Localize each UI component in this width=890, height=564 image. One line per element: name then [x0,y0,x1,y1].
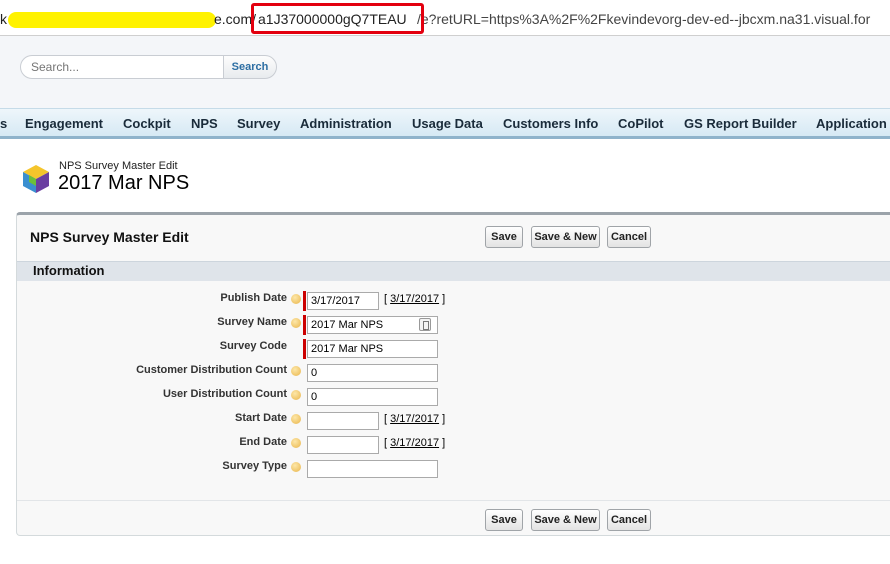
browser-url-bar[interactable]: k e.com/ a1J37000000gQ7TEAU /e?retURL=ht… [0,0,890,36]
tab-administration[interactable]: Administration [300,116,392,131]
end-date-today-link[interactable]: [ 3/17/2017 ] [384,437,445,449]
url-domain: e.com/ [214,11,257,27]
page-title: 2017 Mar NPS [58,172,190,194]
survey-code-input[interactable]: 2017 Mar NPS [307,340,438,358]
help-icon[interactable] [291,414,301,424]
tab-application[interactable]: Application [816,116,887,131]
date-link-text[interactable]: 3/17/2017 [390,413,439,425]
cube-icon [23,165,49,193]
tab-nps[interactable]: NPS [191,116,218,131]
search-area: Search [0,36,890,108]
start-date-input[interactable] [307,412,379,430]
required-indicator [303,291,306,311]
survey-type-input[interactable] [307,460,438,478]
tab-survey[interactable]: Survey [237,116,280,131]
information-section-header [17,261,890,281]
help-icon[interactable] [291,462,301,472]
save-new-button[interactable]: Save & New [531,226,600,248]
customer-distribution-count-input[interactable]: 0 [307,364,438,382]
required-indicator [303,339,306,359]
help-icon[interactable] [291,318,301,328]
redaction-mark [8,12,216,28]
record-id-highlight-box [251,3,424,34]
end-date-input[interactable] [307,436,379,454]
section-title: Information [33,263,105,278]
tab-truncated[interactable]: s [0,116,7,131]
tab-cockpit[interactable]: Cockpit [123,116,171,131]
field-label-end-date: End Date [239,436,287,448]
start-date-today-link[interactable]: [ 3/17/2017 ] [384,413,445,425]
field-label-user-distribution-count: User Distribution Count [162,388,287,400]
tab-customers-info[interactable]: Customers Info [503,116,598,131]
tab-usage-data[interactable]: Usage Data [412,116,483,131]
help-icon[interactable] [291,390,301,400]
save-button[interactable]: Save [485,226,523,248]
field-label-publish-date: Publish Date [220,292,287,304]
help-icon[interactable] [291,438,301,448]
save-button-bottom[interactable]: Save [485,509,523,531]
help-icon[interactable] [291,366,301,376]
field-label-survey-name: Survey Name [217,316,287,328]
save-new-button-bottom[interactable]: Save & New [531,509,600,531]
page-subtitle: NPS Survey Master Edit [59,160,178,172]
lookup-icon[interactable] [419,318,431,331]
field-label-customer-distribution-count: Customer Distribution Count [136,364,287,376]
search-input[interactable] [20,55,224,79]
tab-engagement[interactable]: Engagement [25,116,103,131]
user-distribution-count-input[interactable]: 0 [307,388,438,406]
date-link-text[interactable]: 3/17/2017 [390,293,439,305]
field-label-start-date: Start Date [235,412,287,424]
url-prefix: k [0,11,7,27]
search-button[interactable]: Search [223,55,277,79]
cancel-button[interactable]: Cancel [607,226,651,248]
field-label-survey-code: Survey Code [219,340,287,352]
tab-bar: s Engagement Cockpit NPS Survey Administ… [0,108,890,139]
cancel-button-bottom[interactable]: Cancel [607,509,651,531]
help-icon[interactable] [291,294,301,304]
publish-date-input[interactable]: 3/17/2017 [307,292,379,310]
required-indicator [303,315,306,335]
tab-copilot[interactable]: CoPilot [618,116,664,131]
panel-title: NPS Survey Master Edit [30,229,189,245]
tab-gs-report-builder[interactable]: GS Report Builder [684,116,797,131]
date-link-text[interactable]: 3/17/2017 [390,437,439,449]
url-rest: /e?retURL=https%3A%2F%2Fkevindevorg-dev-… [417,11,871,27]
field-label-survey-type: Survey Type [222,460,287,472]
publish-date-today-link[interactable]: [ 3/17/2017 ] [384,293,445,305]
divider [17,500,890,501]
